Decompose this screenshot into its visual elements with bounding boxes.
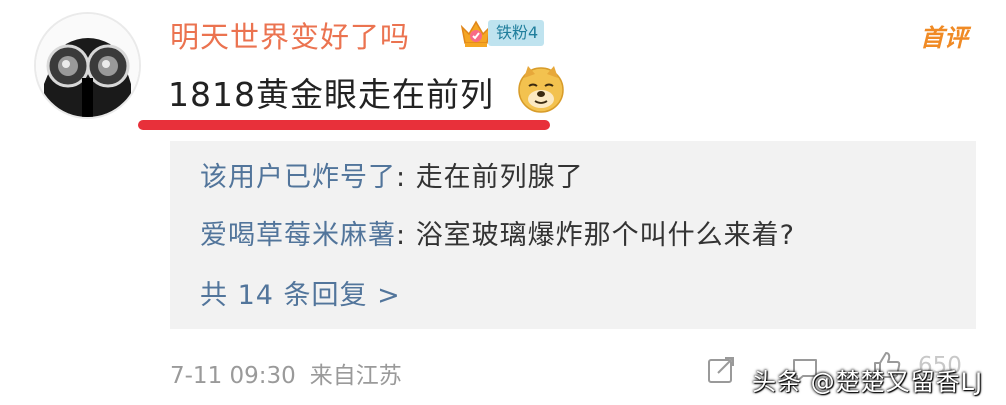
avatar-image bbox=[36, 14, 139, 117]
watermark: 头条 @楚楚又留香LJ bbox=[752, 368, 984, 396]
avatar[interactable] bbox=[34, 12, 141, 119]
fan-badge[interactable]: 铁粉4 bbox=[458, 17, 545, 49]
comment-time: 7-11 09:30 bbox=[170, 363, 296, 389]
reply-username[interactable]: 爱喝草莓米麻薯 bbox=[200, 220, 396, 251]
comment-meta: 7-11 09:30 来自江苏 bbox=[170, 356, 402, 390]
highlight-underline bbox=[138, 120, 550, 130]
view-all-replies-link[interactable]: 共 14 条回复 > bbox=[200, 273, 401, 312]
comment-text: 1818黄金眼走在前列 bbox=[168, 75, 494, 114]
share-icon[interactable] bbox=[706, 355, 736, 385]
reply-separator: : bbox=[396, 220, 416, 251]
reply-box: 该用户已炸号了: 走在前列腺了 爱喝草莓米麻薯: 浴室玻璃爆炸那个叫什么来着? … bbox=[170, 141, 976, 329]
doge-icon bbox=[518, 66, 564, 113]
reply-username[interactable]: 该用户已炸号了 bbox=[200, 162, 396, 193]
reply-text: 浴室玻璃爆炸那个叫什么来着? bbox=[415, 220, 796, 251]
reply-item: 该用户已炸号了: 走在前列腺了 bbox=[200, 155, 584, 194]
comment-username[interactable]: 明天世界变好了吗 bbox=[170, 14, 410, 56]
reply-separator: : bbox=[396, 162, 416, 193]
first-comment-tag: 首评 bbox=[920, 24, 968, 52]
comment-source: 来自江苏 bbox=[309, 363, 402, 389]
reply-item: 爱喝草莓米麻薯: 浴室玻璃爆炸那个叫什么来着? bbox=[200, 213, 795, 252]
reply-text: 走在前列腺了 bbox=[415, 162, 584, 193]
fan-badge-label: 铁粉4 bbox=[488, 20, 545, 46]
